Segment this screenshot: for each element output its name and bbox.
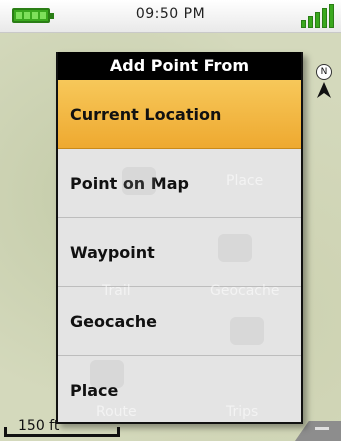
- option-waypoint[interactable]: Waypoint: [58, 218, 301, 287]
- add-point-dialog: Add Point From Current Location Place Po…: [56, 52, 303, 424]
- option-label: Geocache: [70, 311, 157, 331]
- option-current-location[interactable]: Current Location: [58, 80, 301, 149]
- signal-strength-icon: [301, 4, 335, 28]
- ghost-menu-label: Route: [96, 404, 137, 420]
- clock: 09:50 PM: [135, 6, 206, 22]
- ghost-menu-label: Place: [226, 173, 264, 189]
- ghost-menu-label: Trail: [102, 283, 131, 299]
- ghost-icon: [122, 167, 156, 195]
- option-label: Waypoint: [70, 242, 155, 262]
- ghost-icon: [90, 360, 124, 388]
- north-label: N: [316, 64, 332, 80]
- ghost-menu-label: Geocache: [210, 283, 280, 299]
- ghost-icon: [218, 234, 252, 262]
- option-geocache[interactable]: Trail Geocache Geocache: [58, 283, 301, 356]
- option-point-on-map[interactable]: Place Point on Map: [58, 149, 301, 218]
- option-place[interactable]: Route Trips Place: [58, 356, 301, 422]
- compass-icon[interactable]: N: [313, 64, 335, 104]
- option-label: Current Location: [70, 104, 222, 124]
- chevron-down-icon: [315, 427, 329, 430]
- ghost-menu-label: Trips: [226, 404, 259, 420]
- ghost-icon: [230, 317, 264, 345]
- dialog-title: Add Point From: [58, 52, 301, 80]
- scale-label: 150 ft: [16, 418, 62, 434]
- north-arrow-icon: [317, 82, 331, 98]
- status-bar: 09:50 PM: [0, 0, 341, 33]
